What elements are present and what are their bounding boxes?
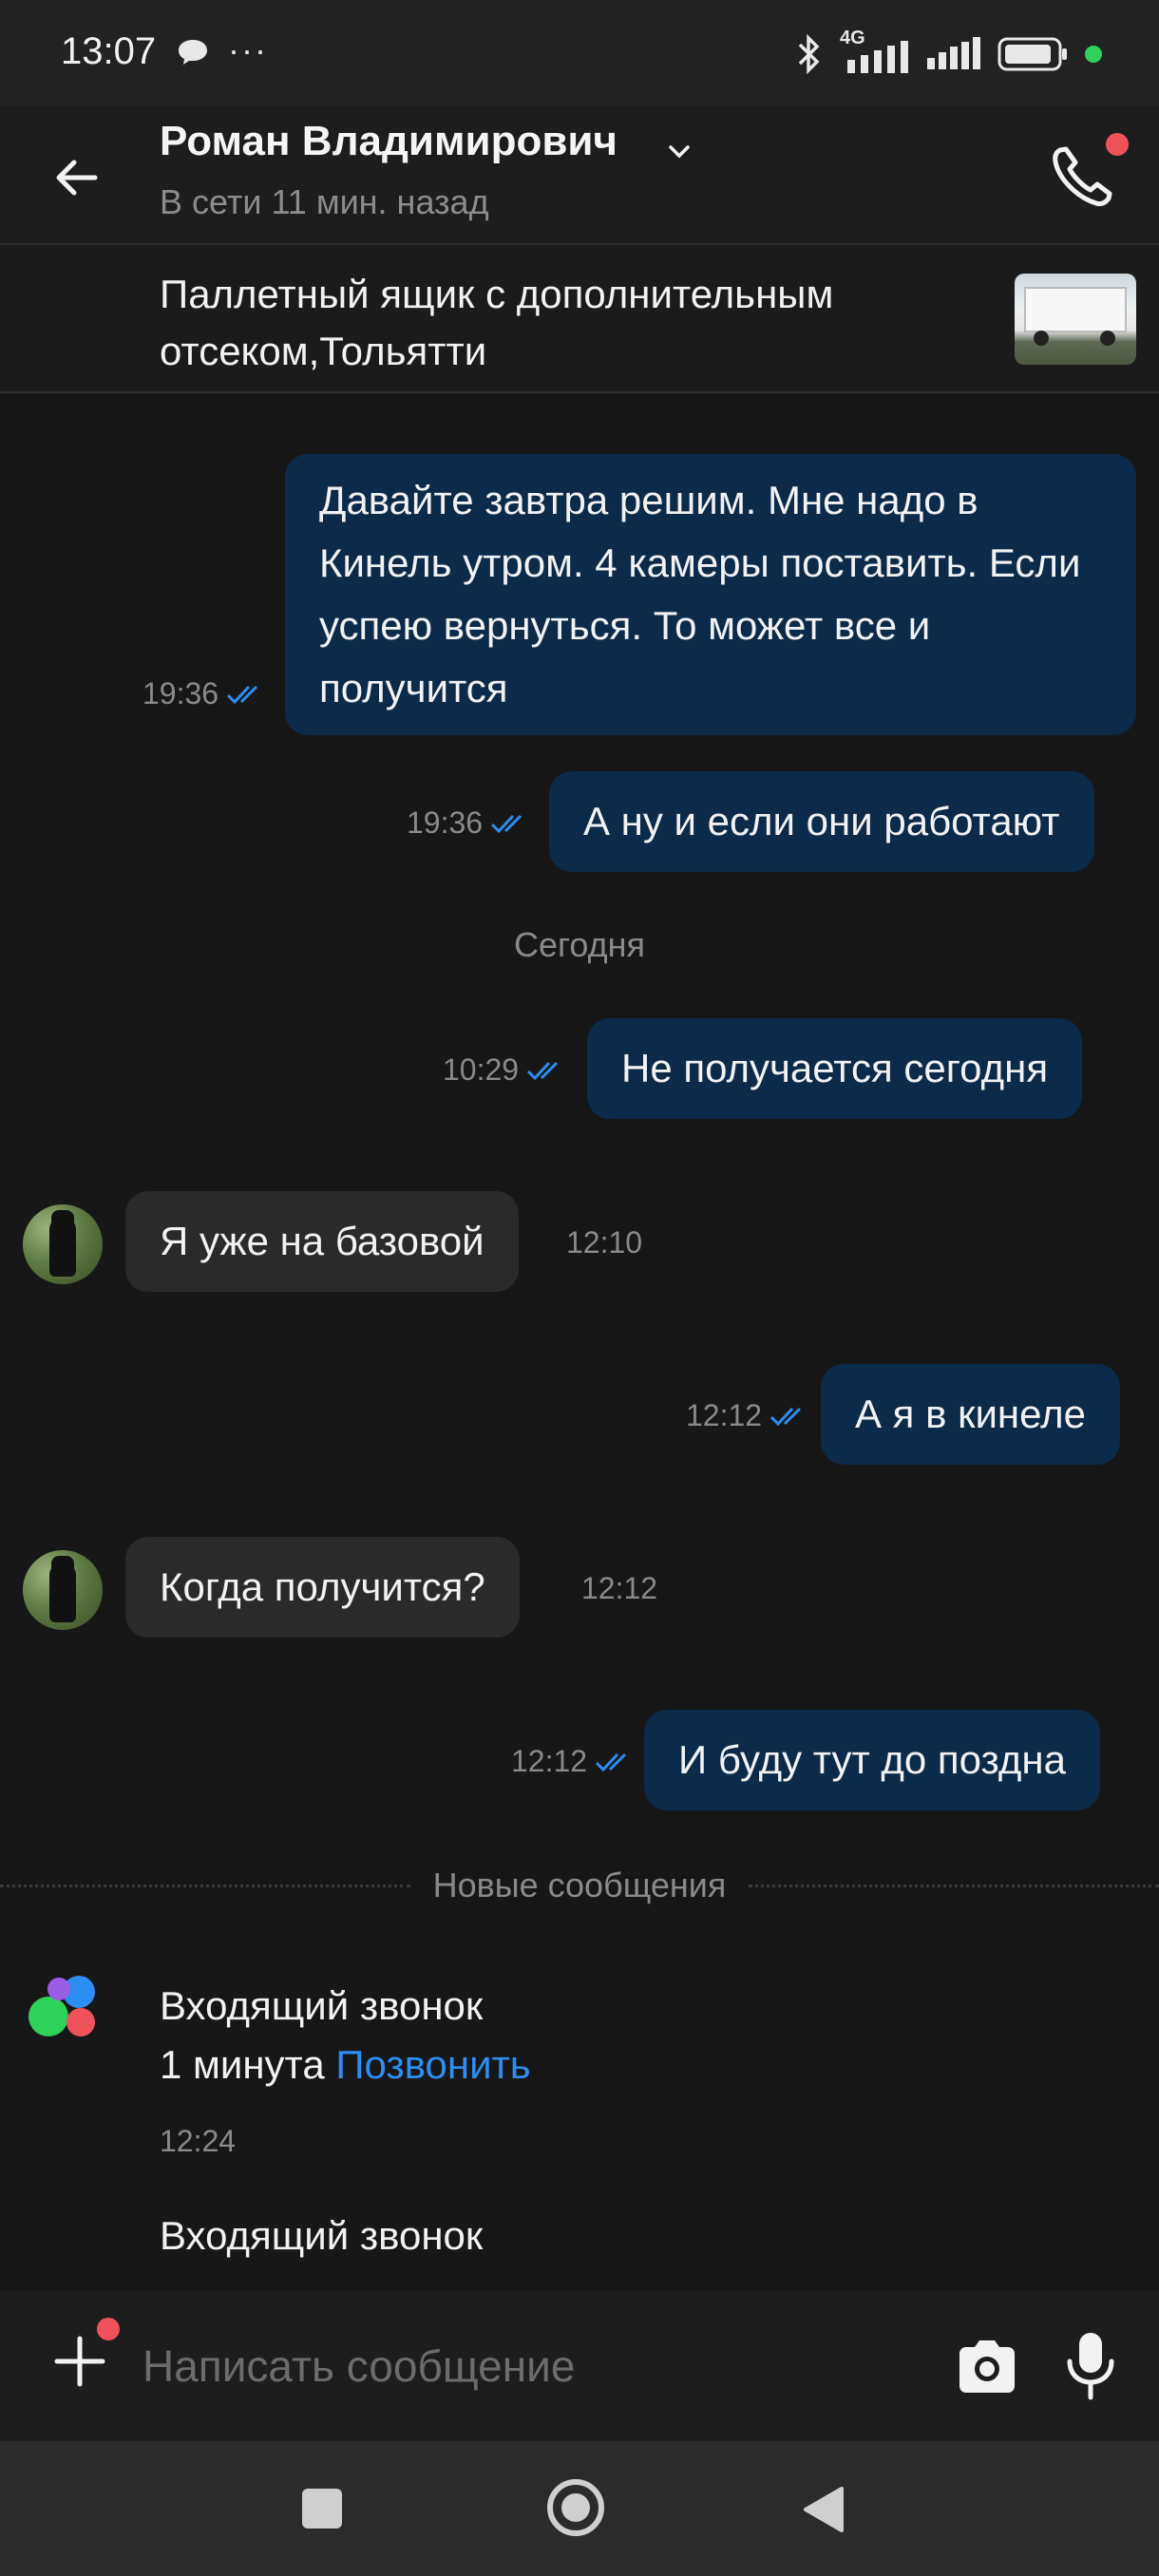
message-time: 12:12 xyxy=(511,1744,588,1778)
chat-screen: 13:07 ··· 4G Роман Владимирович В сети 1… xyxy=(0,0,1159,2576)
avatar[interactable] xyxy=(23,1550,103,1630)
microphone-icon[interactable] xyxy=(1060,2329,1121,2401)
day-separator: Сегодня xyxy=(514,925,645,964)
message-outgoing[interactable]: Давайте завтра решим. Мне надо в Кинель … xyxy=(285,454,1136,735)
back-arrow-icon[interactable] xyxy=(46,144,112,211)
plus-icon[interactable] xyxy=(49,2331,110,2392)
message-meta: 19:36 xyxy=(142,676,266,711)
call-badge xyxy=(1106,133,1129,156)
chat-bubble-icon xyxy=(179,40,207,65)
listing-thumbnail[interactable] xyxy=(1015,274,1136,365)
message-outgoing[interactable]: А я в кинеле xyxy=(821,1364,1120,1465)
read-ticks-icon xyxy=(596,1752,627,1771)
message-time: 12:12 xyxy=(686,1398,763,1432)
more-notifications-icon: ··· xyxy=(228,30,268,69)
online-dot xyxy=(1085,46,1102,63)
battery-icon xyxy=(998,37,1067,71)
message-time: 12:10 xyxy=(566,1225,643,1260)
message-input-bar xyxy=(0,2291,1159,2441)
message-time: 12:12 xyxy=(581,1571,658,1605)
bluetooth-icon xyxy=(798,33,820,75)
status-icons: 4G xyxy=(792,28,1102,76)
call-entry-details: 1 минута Позвонить xyxy=(160,2042,531,2088)
system-nav-bar xyxy=(0,2441,1159,2576)
call-app-icon xyxy=(27,1972,103,2038)
signal-4g-icon: 4G xyxy=(840,28,912,75)
read-ticks-icon xyxy=(491,814,522,833)
message-meta: 10:29 xyxy=(443,1052,566,1088)
call-entry-title: Входящий звонок xyxy=(160,1983,484,2028)
message-text: Давайте завтра решим. Мне надо в Кинель … xyxy=(319,478,1081,710)
message-text: Я уже на базовой xyxy=(160,1219,484,1263)
contact-online-status: В сети 11 мин. назад xyxy=(160,182,489,221)
camera-icon[interactable] xyxy=(954,2333,1020,2399)
message-meta: 12:12 xyxy=(581,1571,657,1606)
avatar[interactable] xyxy=(23,1204,103,1284)
listing-title[interactable]: Паллетный ящик с дополнительным отсеком,… xyxy=(160,266,939,380)
contact-name[interactable]: Роман Владимирович xyxy=(160,118,618,165)
message-incoming[interactable]: Когда получится? xyxy=(125,1537,520,1638)
call-duration: 1 минута xyxy=(160,2042,325,2087)
nav-back-icon[interactable] xyxy=(800,2485,847,2534)
message-outgoing[interactable]: А ну и если они работают xyxy=(549,771,1094,872)
call-entry-title: Входящий звонок xyxy=(160,2213,484,2258)
message-text: Не получается сегодня xyxy=(621,1046,1049,1090)
chevron-down-icon[interactable] xyxy=(665,137,694,165)
nav-recent-icon[interactable] xyxy=(302,2489,342,2529)
message-meta: 19:36 xyxy=(407,805,530,841)
message-time: 10:29 xyxy=(443,1052,520,1087)
message-text: Когда получится? xyxy=(160,1564,485,1609)
message-input[interactable] xyxy=(142,2329,922,2403)
listing-bar[interactable]: Паллетный ящик с дополнительным отсеком,… xyxy=(0,245,1159,393)
signal-icon xyxy=(927,37,980,69)
status-bar: 13:07 ··· 4G xyxy=(0,0,1159,106)
message-text: И буду тут до поздна xyxy=(678,1737,1066,1782)
message-text: А я в кинеле xyxy=(855,1392,1086,1436)
message-time: 19:36 xyxy=(142,676,219,710)
status-time: 13:07 xyxy=(61,30,157,72)
chat-header: Роман Владимирович В сети 11 мин. назад xyxy=(0,106,1159,245)
call-entry-time: 12:24 xyxy=(160,2124,237,2158)
new-messages-label: Новые сообщения xyxy=(432,1866,727,1904)
read-ticks-icon xyxy=(527,1061,559,1080)
attach-badge xyxy=(97,2318,120,2340)
message-time: 19:36 xyxy=(407,805,484,840)
message-outgoing[interactable]: И буду тут до поздна xyxy=(644,1710,1100,1810)
message-meta: 12:12 xyxy=(686,1398,809,1433)
read-ticks-icon xyxy=(770,1407,802,1426)
message-meta: 12:10 xyxy=(566,1225,642,1260)
new-messages-divider: Новые сообщения xyxy=(0,1862,1159,1909)
message-meta: 12:12 xyxy=(511,1744,635,1779)
message-incoming[interactable]: Я уже на базовой xyxy=(125,1191,519,1292)
message-outgoing[interactable]: Не получается сегодня xyxy=(587,1018,1083,1119)
call-back-link[interactable]: Позвонить xyxy=(335,2042,530,2087)
read-ticks-icon xyxy=(227,685,258,704)
message-text: А ну и если они работают xyxy=(583,799,1060,843)
nav-home-icon[interactable] xyxy=(545,2477,606,2538)
